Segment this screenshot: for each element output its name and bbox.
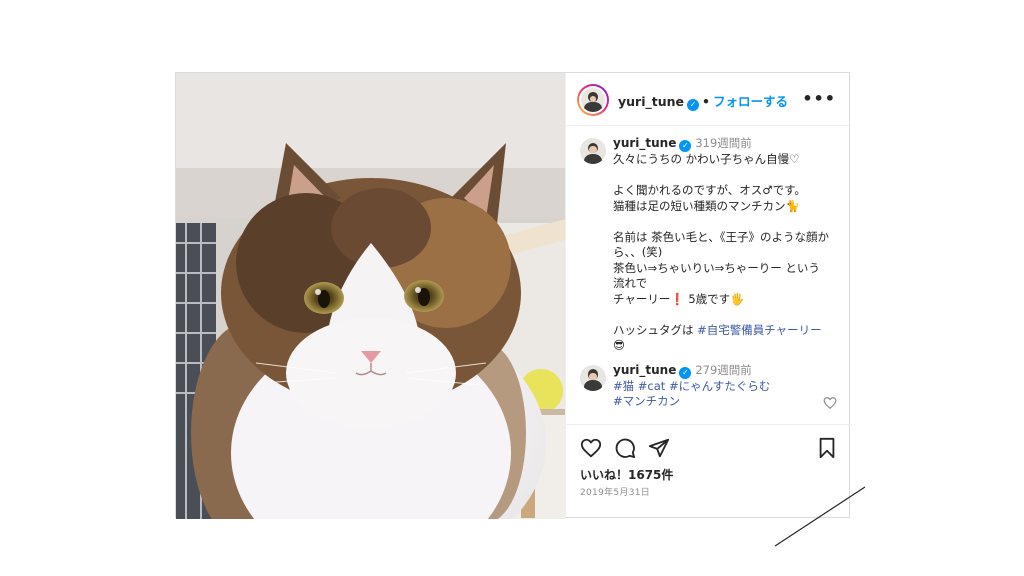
decorative-diagonal-line bbox=[774, 486, 866, 547]
